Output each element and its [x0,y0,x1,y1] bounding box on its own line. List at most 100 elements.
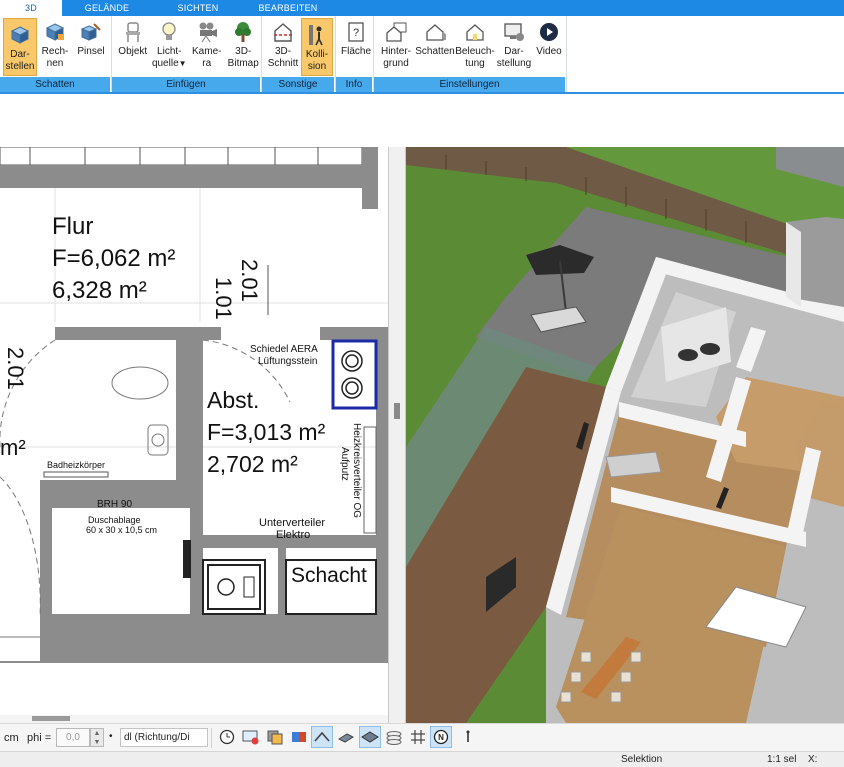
darstellung-label-1: Dar- [504,46,524,57]
lichtquelle-button[interactable]: Licht- quelle▼ [151,16,188,76]
brush-cube-icon [79,20,103,44]
clock-icon[interactable] [216,726,238,748]
duschablage-size-label: 60 x 30 x 10,5 cm [86,525,158,535]
flaeche-button[interactable]: ? Fläche [339,16,373,76]
group-label-schatten: Schatten [0,77,111,92]
status-mode: Selektion [621,754,663,765]
ribbon-tab-bar: 3D GELÄNDE SICHTEN BEARBEITEN [0,0,844,16]
phi-input[interactable]: 0,0 [56,728,90,747]
splitter-grip-icon[interactable] [394,403,400,419]
status-x-coordinate: X: [808,754,818,765]
person-wall-icon [305,23,329,47]
3d-view[interactable] [406,147,844,723]
dimension-201: 2.01 [237,259,262,302]
grid-icon[interactable] [407,726,429,748]
svg-text:?: ? [353,27,359,39]
schatten-settings-button[interactable]: Schatten [415,16,455,76]
objekt-button[interactable]: Objekt [115,16,151,76]
scrollbar-thumb[interactable] [32,716,70,721]
pinsel-label: Pinsel [77,46,105,57]
darstellen-label-2: stellen [5,61,35,72]
calc-cube-icon [43,20,67,44]
toolbar-divider [211,728,212,748]
tab-3d[interactable]: 3D [0,0,62,16]
kollision-button[interactable]: Kolli- sion [301,18,333,76]
video-button[interactable]: Video [533,16,565,76]
3d-scene[interactable] [406,147,844,723]
bulb-icon [157,20,181,44]
play-icon [537,20,561,44]
room-name-flur: Flur [52,213,94,240]
bitmap-label-2: Bitmap [227,58,259,69]
bottom-toolbar: cm phi = 0,0 ▲ ▼ • dl (Richtung/Di N [0,723,844,751]
darstellung-button[interactable]: Dar- stellung [495,16,533,76]
group-einfuegen: Objekt Licht- quelle▼ Kame- ra 3D- Bitma… [112,16,262,92]
aufputz-label: Aufputz [339,447,350,481]
schatten-settings-label: Schatten [415,46,455,57]
group-info: ? Fläche Info [336,16,374,92]
schnitt-label-1: 3D- [274,46,292,57]
darstellen-label-1: Dar- [10,49,30,60]
svg-text:N: N [438,733,444,742]
floor-icon[interactable] [359,726,381,748]
lichtquelle-label-1: Licht- [157,46,182,57]
objekt-label: Objekt [118,46,148,57]
stack-icon[interactable] [383,726,405,748]
hintergrund-button[interactable]: Hinter- grund [377,16,415,76]
group-einstellungen: Hinter- grund Schatten Beleuch- tung Dar… [374,16,567,92]
mode-select[interactable]: dl (Richtung/Di [120,728,208,747]
hintergrund-label-1: Hinter- [380,46,411,57]
room-area2-flur: 6,328 m² [52,277,147,304]
monitor-settings-icon [502,20,526,44]
schnitt-label-2: Schnitt [267,58,299,69]
schacht-label: Schacht [291,564,367,587]
plan-horizontal-scrollbar[interactable] [0,715,388,723]
room-area-fragment: m² [0,435,26,460]
wall-icon[interactable] [335,726,357,748]
kamera-button[interactable]: Kame- ra [188,16,225,76]
ribbon: Dar- stellen Rech- nen Pinsel Schatten O… [0,16,844,92]
pinsel-button[interactable]: Pinsel [73,16,109,76]
screen-icon[interactable] [240,726,262,748]
phi-stepper[interactable]: ▲ ▼ [90,728,104,747]
rechnen-button[interactable]: Rech- nen [37,16,73,76]
brh-label: BRH 90 [97,499,133,510]
group-sonstige: 3D- Schnitt Kolli- sion Sonstige [262,16,336,92]
house-light-icon [463,20,487,44]
tab-sichten[interactable]: SICHTEN [152,0,244,16]
house-shadow-icon [423,20,447,44]
north-icon[interactable]: N [430,726,452,748]
room-name-abst: Abst. [207,387,260,413]
camera-icon [195,20,219,44]
tab-bearbeiten[interactable]: BEARBEITEN [244,0,332,16]
group-label-einstellungen: Einstellungen [374,77,566,92]
unterverteiler-label: Unterverteiler [259,517,326,529]
kamera-label-2: ra [202,58,212,69]
roof-icon[interactable] [311,726,333,748]
layers-icon[interactable] [264,726,286,748]
darstellung-label-2: stellung [496,58,532,69]
group-schatten: Dar- stellen Rech- nen Pinsel Schatten [0,16,112,92]
palette-icon[interactable] [288,726,310,748]
room-area-flur: F=6,062 m² [52,245,176,272]
group-label-sonstige: Sonstige [262,77,335,92]
bitmap-button[interactable]: 3D- Bitmap [225,16,261,76]
pane-splitter[interactable] [388,147,406,723]
beleuchtung-button[interactable]: Beleuch- tung [455,16,495,76]
floor-plan-view[interactable]: Flur F=6,062 m² 6,328 m² 1.01 2.01 2.01 … [0,147,388,715]
darstellen-button[interactable]: Dar- stellen [3,18,37,76]
schiedel-label: Schiedel AERA [250,344,318,355]
house-background-icon [384,20,408,44]
room-area-abst: F=3,013 m² [207,419,326,445]
elektro-label: Elektro [276,529,311,541]
lueftungsstein-label: Lüftungsstein [258,356,318,367]
unit-label: cm [4,732,19,744]
tree-icon [231,20,255,44]
video-label: Video [536,46,562,57]
info-icon[interactable] [457,726,479,748]
duschablage-label: Duschablage [88,515,141,525]
tab-gelaende[interactable]: GELÄNDE [62,0,152,16]
separator-dot: • [109,731,113,742]
schnitt-button[interactable]: 3D- Schnitt [265,16,301,76]
group-label-info: Info [336,77,373,92]
